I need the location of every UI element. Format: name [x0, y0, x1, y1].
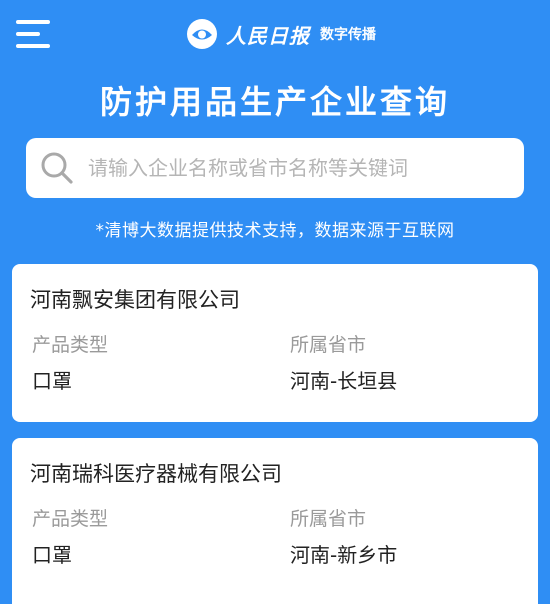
- top-bar: 人民日报 数字传播: [0, 0, 550, 68]
- region-label: 所属省市: [290, 508, 367, 530]
- menu-line: [16, 20, 50, 24]
- company-card[interactable]: 河南飘安集团有限公司 产品类型 所属省市 口罩 河南-长垣县: [12, 264, 538, 422]
- menu-line: [16, 44, 50, 48]
- brand-name: 人民日报: [226, 23, 310, 48]
- product-type-value: 口罩: [32, 543, 72, 567]
- people-daily-logo: [187, 19, 217, 49]
- product-type-label: 产品类型: [32, 508, 109, 530]
- region-label: 所属省市: [290, 334, 367, 356]
- company-name: 河南飘安集团有限公司: [30, 288, 240, 312]
- product-type-value: 口罩: [32, 369, 72, 393]
- search-icon[interactable]: [40, 151, 74, 185]
- menu-line: [16, 32, 40, 36]
- company-name: 河南瑞科医疗器械有限公司: [30, 462, 282, 486]
- company-card[interactable]: 河南瑞科医疗器械有限公司 产品类型 所属省市 口罩 河南-新乡市: [12, 438, 538, 604]
- data-source-note: *清博大数据提供技术支持，数据来源于互联网: [95, 221, 455, 241]
- page-title: 防护用品生产企业查询: [99, 83, 450, 121]
- brand-subtitle: 数字传播: [320, 27, 376, 43]
- product-type-label: 产品类型: [32, 334, 109, 356]
- search-box[interactable]: [26, 138, 524, 198]
- brand: 人民日报 数字传播: [186, 14, 376, 54]
- region-value: 河南-新乡市: [290, 543, 398, 567]
- search-input[interactable]: [88, 156, 512, 180]
- region-value: 河南-长垣县: [290, 369, 398, 393]
- menu-icon[interactable]: [16, 18, 54, 50]
